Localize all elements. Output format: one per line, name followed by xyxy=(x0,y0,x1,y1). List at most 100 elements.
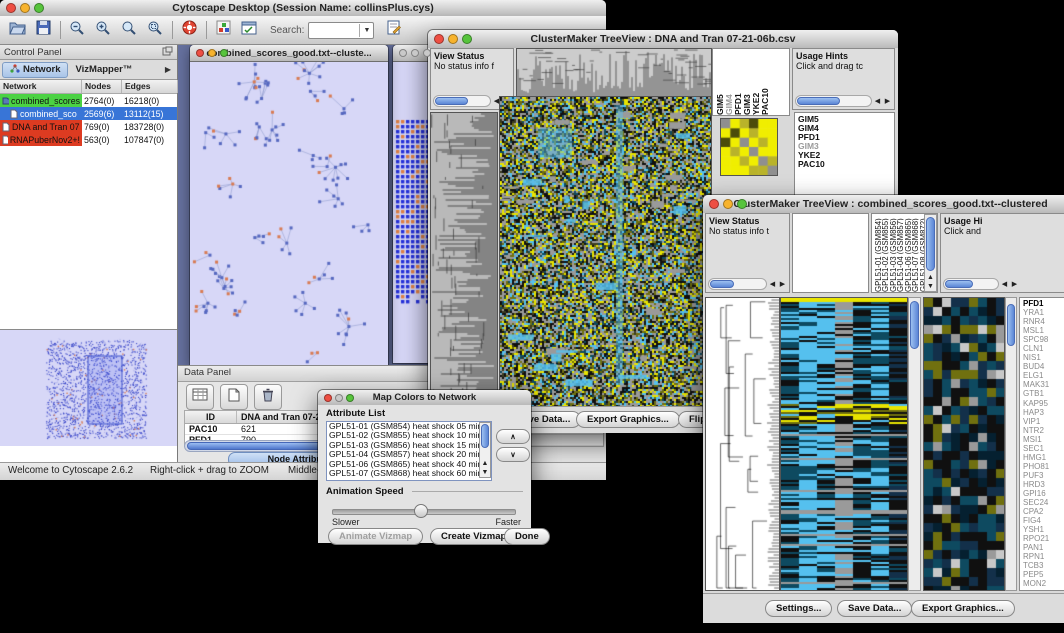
gene-label[interactable]: PAN1 xyxy=(1023,543,1064,552)
row-dendrogram[interactable] xyxy=(705,297,780,591)
minimize-button[interactable] xyxy=(208,49,216,57)
hscrollbar[interactable]: ◀▶ xyxy=(708,278,787,290)
search-input[interactable]: ▼ xyxy=(308,22,374,39)
network-overview-canvas[interactable] xyxy=(0,330,177,446)
minimize-button[interactable] xyxy=(723,199,733,209)
gene-label[interactable]: PEP5 xyxy=(1023,570,1064,579)
network-window-titlebar[interactable]: combined_scores_good.txt--cluste... xyxy=(190,45,388,62)
attribute-item[interactable]: GPL51-07 (GSM868) heat shock 60 min xyxy=(327,469,491,478)
cytoscape-titlebar[interactable]: Cytoscape Desktop (Session Name: collins… xyxy=(0,0,606,17)
gene-label[interactable]: RPO21 xyxy=(1023,534,1064,543)
help-button[interactable] xyxy=(178,19,200,41)
zoom-out-button[interactable] xyxy=(66,19,88,41)
global-heatmap[interactable] xyxy=(499,96,712,408)
arrow-right-icon[interactable]: ▶ xyxy=(883,97,892,105)
float-panel-icon[interactable] xyxy=(162,46,173,59)
delete-attribute-button[interactable] xyxy=(254,384,282,410)
gene-label[interactable]: NIS1 xyxy=(1023,353,1064,362)
gene-label[interactable]: MON2 xyxy=(1023,579,1064,588)
zoom-selected-button[interactable] xyxy=(144,19,166,41)
save-button[interactable] xyxy=(32,19,54,41)
arrow-down-icon[interactable]: ▼ xyxy=(925,283,936,291)
dialog-titlebar[interactable]: Map Colors to Network xyxy=(318,390,531,406)
gene-label[interactable]: PFD1 xyxy=(1023,299,1064,308)
network-window[interactable]: combined_scores_good.txt--cluste... xyxy=(190,45,388,365)
zoom-button[interactable] xyxy=(462,34,472,44)
arrow-right-icon[interactable]: ▶ xyxy=(778,280,787,288)
select-attributes-button[interactable] xyxy=(186,384,214,410)
arrow-left-icon[interactable]: ◀ xyxy=(873,97,882,105)
manage-windows-button[interactable] xyxy=(238,19,260,41)
gene-label[interactable]: YSH1 xyxy=(1023,525,1064,534)
arrow-right-icon[interactable]: ▶ xyxy=(1010,280,1019,288)
global-heatmap[interactable] xyxy=(780,297,908,591)
network-overview[interactable] xyxy=(0,329,177,446)
zoom-heatmap[interactable] xyxy=(720,118,778,176)
move-down-button[interactable]: ∨ xyxy=(496,447,530,462)
treeview1-titlebar[interactable]: ClusterMaker TreeView : DNA and Tran 07-… xyxy=(428,30,898,49)
gene-label[interactable]: MAK31 xyxy=(1023,380,1064,389)
gene-label[interactable]: GTB1 xyxy=(1023,389,1064,398)
gene-label[interactable]: CPA2 xyxy=(1023,507,1064,516)
create-attribute-button[interactable] xyxy=(220,384,248,410)
network-row-selected[interactable]: combined_sco 2569(6) 13112(15) xyxy=(0,107,177,120)
gene-label[interactable]: SEC24 xyxy=(1023,498,1064,507)
network-view-canvas[interactable] xyxy=(190,62,386,365)
network-row[interactable]: DNA and Tran 07 769(0) 183728(0) xyxy=(0,120,177,133)
col-network[interactable]: Network xyxy=(0,80,82,93)
gene-label[interactable]: MSI1 xyxy=(1023,435,1064,444)
gene-label[interactable]: RNR4 xyxy=(1023,317,1064,326)
gene-label[interactable]: SEC1 xyxy=(1023,444,1064,453)
export-graphics-button[interactable]: Export Graphics... xyxy=(911,600,1015,617)
gene-label[interactable]: PHO81 xyxy=(1023,462,1064,471)
close-button[interactable] xyxy=(6,3,16,13)
heatmap-vscrollbar[interactable] xyxy=(908,297,921,591)
zoom-button[interactable] xyxy=(346,394,354,402)
gene-label[interactable]: YRA1 xyxy=(1023,308,1064,317)
zoom-button[interactable] xyxy=(220,49,228,57)
save-data-button[interactable]: Save Data... xyxy=(837,600,912,617)
col-edges[interactable]: Edges xyxy=(122,80,178,93)
vscrollbar[interactable]: ▲ ▼ xyxy=(924,214,937,292)
arrow-up-icon[interactable]: ▲ xyxy=(925,274,936,282)
attribute-list[interactable]: GPL51-01 (GSM854) heat shock 05 minGPL51… xyxy=(326,421,492,481)
zoom-in-button[interactable] xyxy=(92,19,114,41)
zoom-button[interactable] xyxy=(34,3,44,13)
gene-label[interactable]: GPI16 xyxy=(1023,489,1064,498)
done-button[interactable]: Done xyxy=(504,528,550,545)
gene-label[interactable]: PUF3 xyxy=(1023,471,1064,480)
tab-vizmapper[interactable]: VizMapper™ xyxy=(68,63,139,76)
gene-label[interactable]: KAP95 xyxy=(1023,399,1064,408)
row-dendrogram[interactable] xyxy=(430,112,498,408)
treeview2-titlebar[interactable]: ClusterMaker TreeView : combined_scores_… xyxy=(703,195,1064,214)
column-dendrogram[interactable] xyxy=(516,48,712,98)
zoom-fit-button[interactable] xyxy=(118,19,140,41)
col-id[interactable]: ID xyxy=(185,411,237,423)
gene-label[interactable]: HAP3 xyxy=(1023,408,1064,417)
export-graphics-button[interactable]: Export Graphics... xyxy=(576,411,680,428)
zoom-vscrollbar[interactable] xyxy=(1005,297,1017,591)
gene-label[interactable]: SPC98 xyxy=(1023,335,1064,344)
close-button[interactable] xyxy=(709,199,719,209)
gene-label[interactable]: ELG1 xyxy=(1023,371,1064,380)
tab-overflow-button[interactable]: ▶ xyxy=(161,65,175,74)
minimize-button[interactable] xyxy=(448,34,458,44)
gene-label[interactable]: RPN1 xyxy=(1023,552,1064,561)
animate-vizmap-button[interactable]: Animate Vizmap xyxy=(328,528,423,545)
arrow-left-icon[interactable]: ◀ xyxy=(1000,280,1009,288)
minimize-button[interactable] xyxy=(411,49,419,57)
list-vscrollbar[interactable]: ▲ ▼ xyxy=(479,422,491,478)
close-button[interactable] xyxy=(324,394,332,402)
gene-label[interactable]: TCB3 xyxy=(1023,561,1064,570)
gene-label[interactable]: FIG4 xyxy=(1023,516,1064,525)
zoom-button[interactable] xyxy=(423,49,431,57)
annotation-button[interactable] xyxy=(382,19,404,41)
col-nodes[interactable]: Nodes xyxy=(82,80,122,93)
network-row[interactable]: RNAPuberNov2+! 563(0) 107847(0) xyxy=(0,133,177,146)
vizmapper-button[interactable] xyxy=(212,19,234,41)
hscrollbar[interactable]: ◀▶ xyxy=(943,278,1019,290)
open-file-button[interactable] xyxy=(6,19,28,41)
gene-label[interactable]: HMG1 xyxy=(1023,453,1064,462)
zoom-button[interactable] xyxy=(737,199,747,209)
settings-button[interactable]: Settings... xyxy=(765,600,832,617)
